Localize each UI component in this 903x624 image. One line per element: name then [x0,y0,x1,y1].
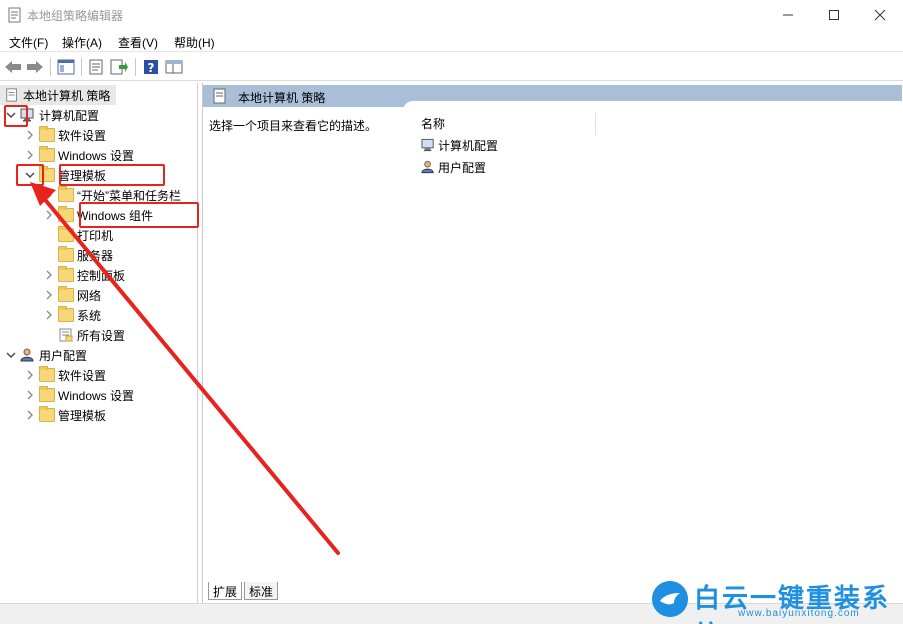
watermark-url: www.baiyunxitong.com [738,608,860,619]
annotation-arrow [30,182,340,555]
bird-logo-icon [652,581,688,617]
watermark-logo: 白云一键重装系统 www.baiyunxitong.com [652,578,897,624]
